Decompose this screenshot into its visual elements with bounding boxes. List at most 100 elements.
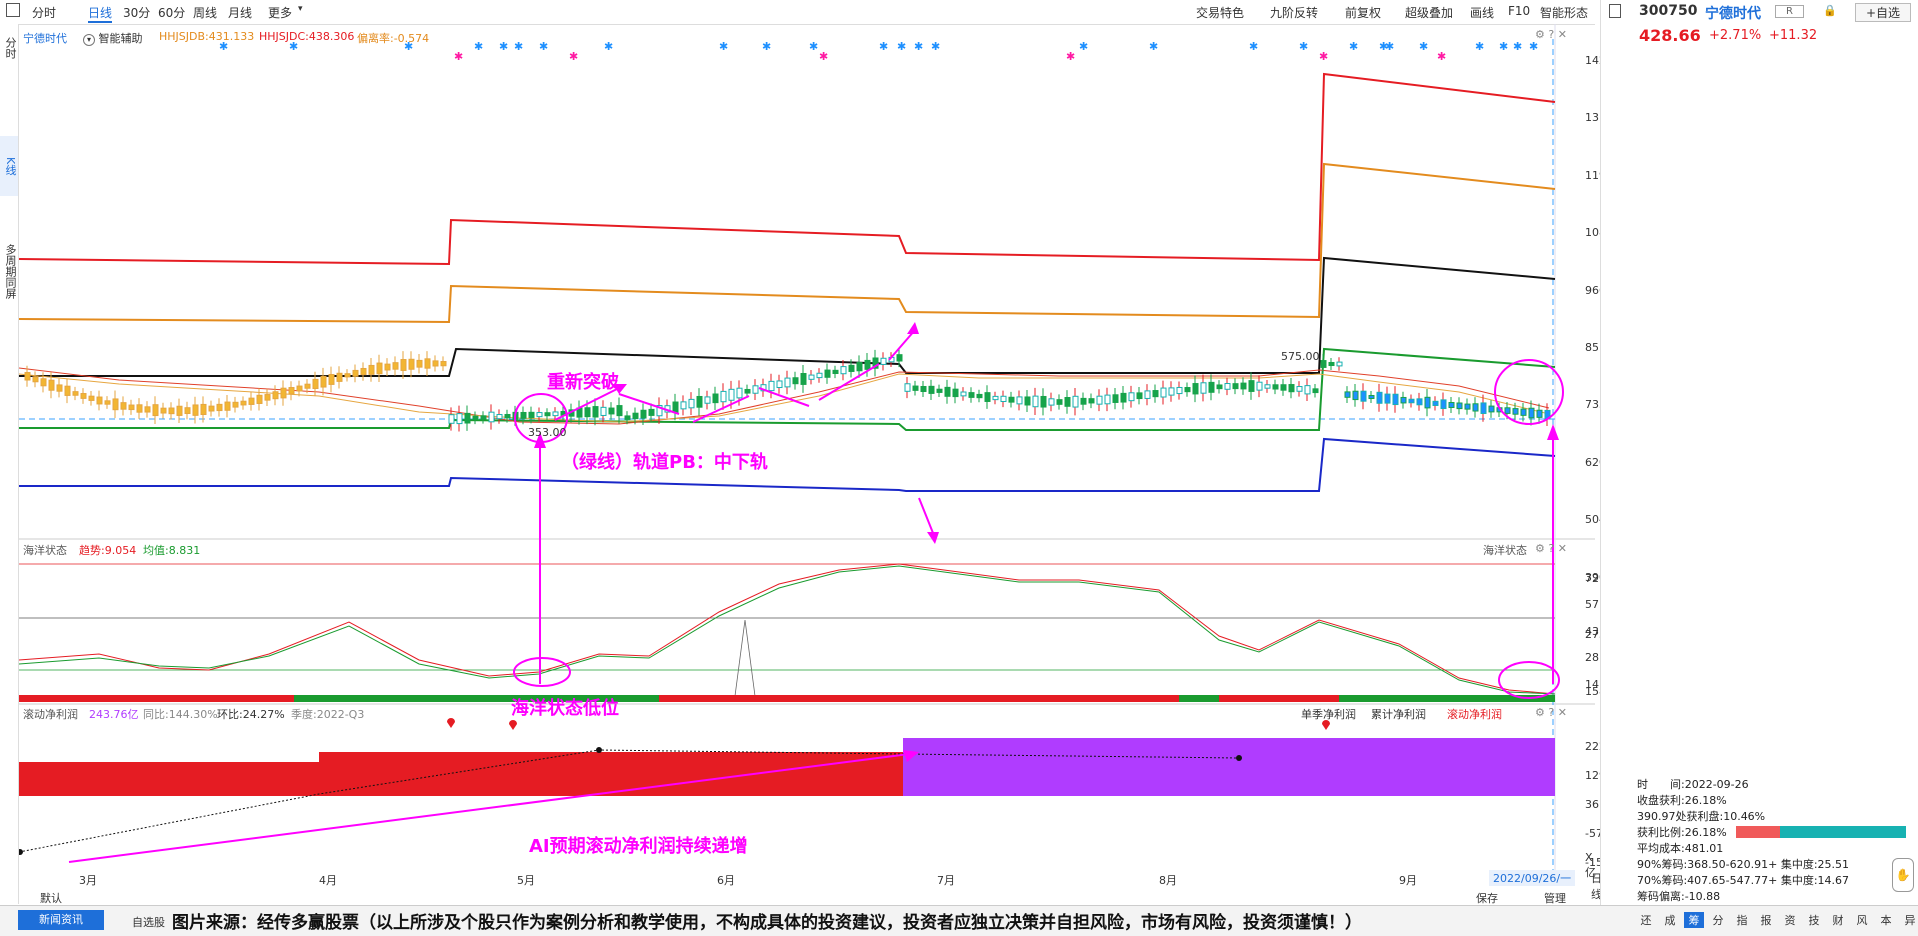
panel-settings-icons[interactable]: ⚙ ? ✕ bbox=[1535, 28, 1567, 41]
signal-star: ✱ bbox=[454, 50, 463, 63]
draw-line-button[interactable]: 画线 bbox=[1470, 4, 1494, 21]
smart-pattern-button[interactable]: 智能形态 bbox=[1540, 4, 1588, 21]
candle-body bbox=[200, 403, 207, 415]
ocean-spike bbox=[734, 619, 756, 697]
quote-tab[interactable]: 技 bbox=[1804, 912, 1824, 928]
left-tab-kline[interactable]: K线 bbox=[0, 136, 18, 196]
signal-star: ✱ bbox=[604, 40, 613, 53]
period-tab-monthly[interactable]: 月线 bbox=[228, 4, 252, 21]
candle-body bbox=[1096, 395, 1103, 405]
candle-body bbox=[1328, 361, 1335, 367]
nine-reversal-menu[interactable]: 九阶反转 bbox=[1270, 4, 1318, 21]
period-tab-60m[interactable]: 60分 bbox=[158, 4, 185, 21]
r-badge[interactable]: R bbox=[1775, 5, 1804, 18]
candle-body bbox=[776, 380, 783, 389]
candle-body bbox=[64, 385, 71, 396]
watchlist-tab[interactable]: 自选股 bbox=[132, 914, 165, 930]
quote-tab[interactable]: 成 bbox=[1660, 912, 1680, 928]
candle-body bbox=[536, 412, 543, 418]
candle-body bbox=[152, 404, 159, 417]
save-layout-button[interactable]: 保存 bbox=[1476, 890, 1498, 906]
candle-body bbox=[1448, 402, 1455, 408]
quote-tab[interactable]: 筹 bbox=[1684, 912, 1704, 928]
legend-cumulative: 累计净利润 bbox=[1371, 708, 1426, 721]
candle-body bbox=[1384, 393, 1391, 404]
candle-body bbox=[648, 408, 655, 416]
manage-layout-button[interactable]: 管理 bbox=[1544, 890, 1566, 906]
candle-body bbox=[672, 401, 679, 413]
profit-settings-icons[interactable]: ⚙ ? ✕ bbox=[1535, 706, 1567, 719]
quote-tab[interactable]: 指 bbox=[1732, 912, 1752, 928]
period-tab-30m[interactable]: 30分 bbox=[123, 4, 150, 21]
ocean-title: 海洋状态 bbox=[23, 544, 67, 557]
candle-body bbox=[936, 388, 943, 393]
candle-body bbox=[792, 377, 799, 385]
candle-body bbox=[1248, 380, 1255, 392]
candle-body bbox=[904, 383, 911, 392]
candle-body bbox=[712, 393, 719, 404]
ocean-right-title: 海洋状态 bbox=[1483, 544, 1527, 557]
candle-body bbox=[288, 387, 295, 395]
candle-body bbox=[1504, 407, 1511, 414]
chart-area[interactable]: ✱ ✱ ✱ ✱ ✱ ✱ ✱ ✱ ✱ ✱ ✱ ✱ ✱ ✱ ✱ ✱ ✱ ✱ ✱ ✱ ✱ ✱ ✱ ✱ ✱ ✱ ✱ ✱ ✱ ✱ ✱ ✱ ✱ bbox=[19, 24, 1631, 901]
candle-body bbox=[1320, 360, 1327, 368]
profit-title: 滚动净利润 bbox=[23, 708, 78, 721]
left-tab-multi-period[interactable]: 多周期同屏 bbox=[0, 216, 18, 326]
dropdown-circle-icon: ▾ bbox=[83, 34, 95, 46]
hand-icon[interactable]: ✋ bbox=[1892, 858, 1914, 892]
period-tab-daily[interactable]: 日线 bbox=[88, 4, 113, 23]
news-tab[interactable]: 新闻资讯 bbox=[18, 910, 104, 930]
candle-body bbox=[592, 406, 599, 418]
candle-body bbox=[1208, 381, 1215, 393]
quote-tab[interactable]: 资 bbox=[1780, 912, 1800, 928]
candle-body bbox=[968, 392, 975, 398]
candle-body bbox=[1464, 403, 1471, 410]
high-price-label: 575.00 bbox=[1281, 350, 1320, 363]
candle-body bbox=[1456, 402, 1463, 410]
quote-tab[interactable]: 分 bbox=[1708, 912, 1728, 928]
candle-body bbox=[992, 395, 999, 401]
candle-body bbox=[840, 366, 847, 375]
chip-profit-ratio: 获利比例:26.18% bbox=[1637, 826, 1727, 839]
quote-tab[interactable]: 财 bbox=[1828, 912, 1848, 928]
signal-star: ✱ bbox=[1419, 40, 1428, 53]
candle-body bbox=[1136, 392, 1143, 400]
quote-tab[interactable]: 本 bbox=[1876, 912, 1896, 928]
quote-tab[interactable]: 还 bbox=[1636, 912, 1656, 928]
panel-toggle-icon[interactable] bbox=[1609, 4, 1621, 18]
default-layout-button[interactable]: 默认 bbox=[40, 890, 62, 906]
candle-body bbox=[128, 404, 135, 411]
quote-tab[interactable]: 异 bbox=[1900, 912, 1918, 928]
left-tab-fenshi[interactable]: 分时 bbox=[0, 30, 18, 66]
candle-body bbox=[600, 406, 607, 416]
candle-body bbox=[808, 374, 815, 380]
period-tab-fenshi[interactable]: 分时 bbox=[32, 4, 56, 21]
lock-icon[interactable]: 🔒 bbox=[1823, 4, 1837, 17]
legend-rolling: 滚动净利润 bbox=[1447, 708, 1502, 721]
f10-button[interactable]: F10 bbox=[1508, 4, 1530, 18]
quote-tab[interactable]: 风 bbox=[1852, 912, 1872, 928]
candle-body bbox=[416, 359, 423, 368]
profit-bar-1 bbox=[19, 762, 319, 796]
candle-body bbox=[232, 401, 239, 408]
super-overlay-menu[interactable]: 超级叠加 bbox=[1405, 4, 1453, 21]
trade-feature-menu[interactable]: 交易特色 bbox=[1196, 4, 1244, 21]
quote-tab[interactable]: 报 bbox=[1756, 912, 1776, 928]
legend-single-quarter: 单季净利润 bbox=[1301, 708, 1356, 721]
candle-body bbox=[400, 359, 407, 371]
fq-menu[interactable]: 前复权 bbox=[1345, 4, 1381, 21]
add-watchlist-button[interactable]: +自选 bbox=[1855, 3, 1912, 22]
signal-star: ✱ bbox=[819, 50, 828, 63]
ocean-settings-icons[interactable]: ⚙ ? ✕ bbox=[1535, 542, 1567, 555]
disclaimer-caption: 图片来源：经传多赢股票（以上所涉及个股只作为案例分析和教学使用，不构成具体的投资… bbox=[172, 913, 1362, 933]
period-tab-more[interactable]: 更多 bbox=[268, 4, 292, 21]
candle-body bbox=[360, 367, 367, 376]
candle-body bbox=[520, 411, 527, 419]
layout-icon[interactable] bbox=[6, 3, 20, 17]
signal-star: ✱ bbox=[1437, 50, 1446, 63]
candle-body bbox=[784, 377, 791, 388]
smart-assist-label: 智能辅助 bbox=[98, 32, 143, 45]
period-tab-weekly[interactable]: 周线 bbox=[193, 4, 217, 21]
ocean-state-segment bbox=[294, 695, 319, 702]
smart-assist-toggle[interactable]: ▾ 智能辅助 bbox=[83, 30, 143, 46]
